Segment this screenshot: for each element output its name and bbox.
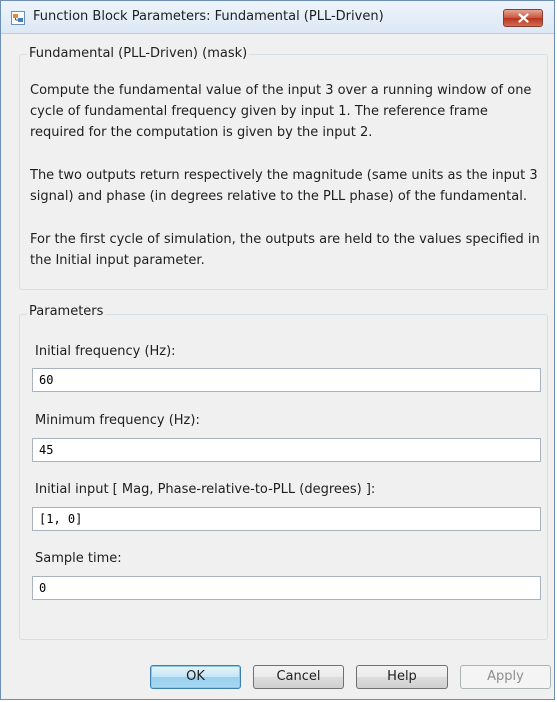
window-title: Function Block Parameters: Fundamental (…	[33, 9, 384, 24]
cancel-button[interactable]: Cancel	[253, 665, 344, 689]
description-paragraph-2: The two outputs return respectively the …	[30, 168, 538, 204]
description-paragraph-3: For the first cycle of simulation, the o…	[30, 232, 540, 268]
parameters-group-label: Parameters	[27, 304, 106, 319]
close-icon	[518, 13, 529, 23]
initial-frequency-label: Initial frequency (Hz):	[35, 344, 176, 359]
initial-frequency-input[interactable]: 60	[32, 368, 541, 392]
description-paragraph-1: Compute the fundamental value of the inp…	[30, 83, 532, 140]
dialog-window: Function Block Parameters: Fundamental (…	[0, 0, 555, 700]
initial-input-input[interactable]: [1, 0]	[32, 507, 541, 531]
initial-input-label: Initial input [ Mag, Phase-relative-to-P…	[35, 482, 376, 497]
close-button[interactable]	[503, 9, 543, 27]
sample-time-input[interactable]: 0	[32, 576, 541, 600]
simulink-block-icon	[11, 10, 25, 25]
minimum-frequency-input[interactable]: 45	[32, 438, 541, 462]
ok-button[interactable]: OK	[150, 665, 241, 689]
minimum-frequency-label: Minimum frequency (Hz):	[35, 413, 200, 428]
description-group-label: Fundamental (PLL-Driven) (mask)	[27, 46, 250, 61]
title-bar[interactable]: Function Block Parameters: Fundamental (…	[1, 1, 554, 34]
sample-time-label: Sample time:	[35, 551, 122, 566]
apply-button: Apply	[460, 665, 551, 689]
help-button[interactable]: Help	[356, 665, 448, 689]
